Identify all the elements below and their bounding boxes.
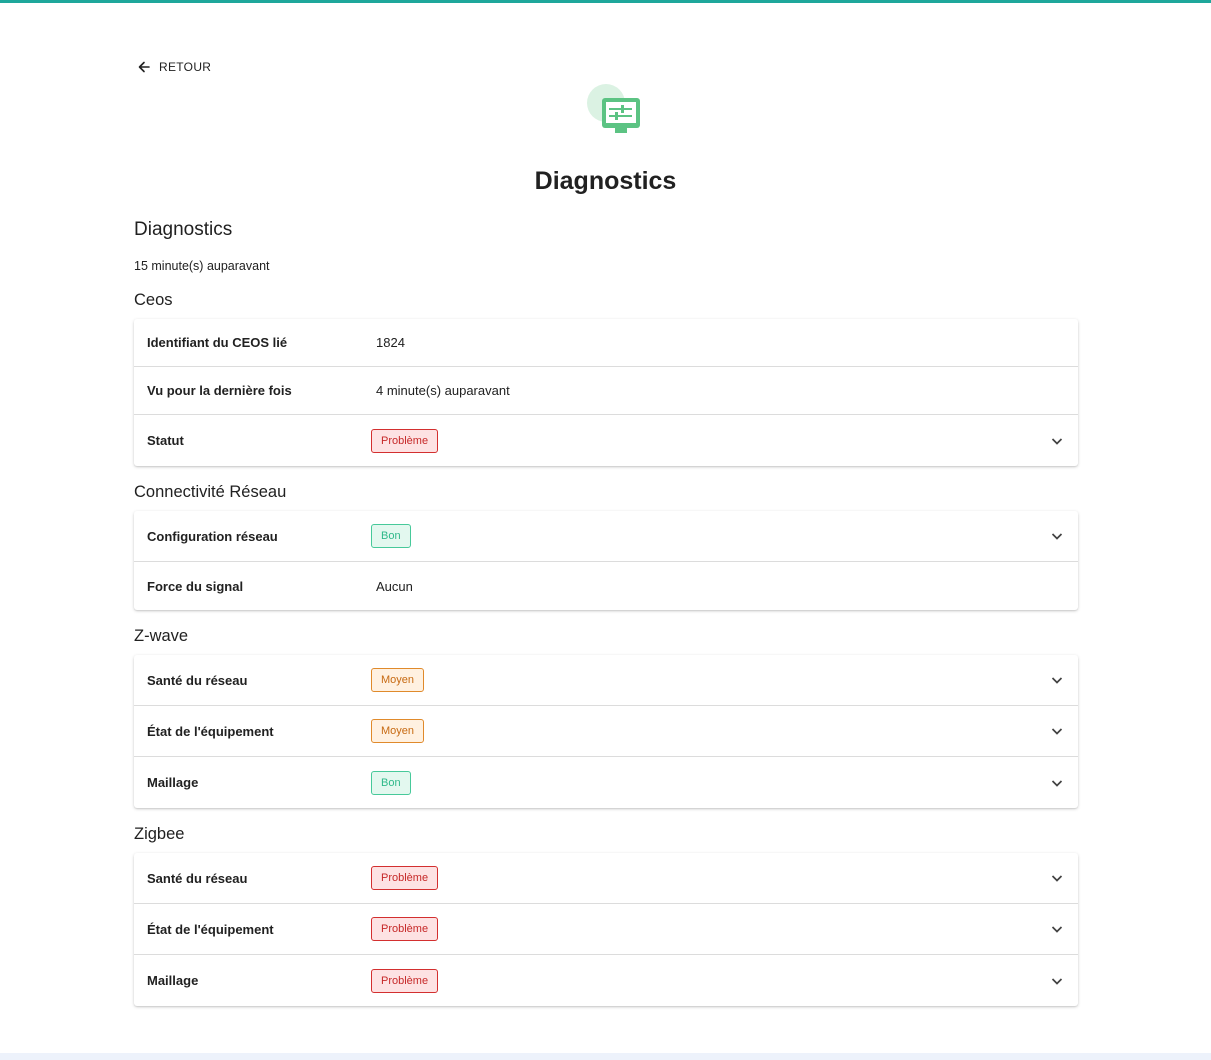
group-title-zwave: Z-wave (134, 627, 189, 645)
network-config-row[interactable]: Configuration réseau Bon (134, 511, 1078, 562)
diagnostics-content: Diagnostics 15 minute(s) auparavant Ceos… (134, 219, 1078, 1006)
zigbee-mesh-row[interactable]: Maillage Problème (134, 955, 1078, 1006)
network-card: Configuration réseau Bon Force du signal… (134, 511, 1078, 610)
settings-monitor-icon (586, 84, 644, 136)
row-label: Maillage (147, 775, 199, 790)
back-label: RETOUR (159, 60, 212, 74)
bottom-footer-strip (0, 1053, 1211, 1060)
ceos-last-seen-row: Vu pour la dernière fois 4 minute(s) aup… (134, 367, 1078, 415)
chevron-down-icon[interactable] (1051, 873, 1063, 883)
row-label: Santé du réseau (147, 672, 248, 688)
chevron-down-icon[interactable] (1051, 778, 1063, 788)
ceos-id-row: Identifiant du CEOS lié 1824 (134, 319, 1078, 367)
chevron-down-icon[interactable] (1051, 726, 1063, 736)
ceos-status-row[interactable]: Statut Problème (134, 415, 1078, 466)
last-update-timestamp: 15 minute(s) auparavant (134, 259, 270, 273)
status-badge: Moyen (371, 719, 425, 743)
row-label: État de l'équipement (147, 723, 274, 739)
chevron-down-icon[interactable] (1051, 531, 1063, 541)
zwave-equipment-state-row[interactable]: État de l'équipement Moyen (134, 706, 1078, 757)
chevron-down-icon[interactable] (1051, 675, 1063, 685)
status-badge: Moyen (371, 668, 425, 692)
chevron-down-icon[interactable] (1051, 924, 1063, 934)
chevron-down-icon[interactable] (1051, 976, 1063, 986)
status-badge: Problème (371, 428, 439, 453)
row-label: Maillage (147, 973, 199, 988)
arrow-left-icon (137, 60, 151, 74)
ceos-card: Identifiant du CEOS lié 1824 Vu pour la … (134, 319, 1078, 466)
row-label: Vu pour la dernière fois (147, 383, 292, 398)
row-label: État de l'équipement (147, 921, 274, 937)
status-badge: Bon (371, 524, 411, 548)
zwave-card: Santé du réseau Moyen État de l'équipeme… (134, 655, 1078, 808)
row-label: Statut (147, 433, 184, 448)
status-badge: Problème (371, 917, 439, 941)
row-label: Configuration réseau (147, 528, 278, 544)
group-title-zigbee: Zigbee (134, 825, 185, 843)
top-accent-bar (0, 0, 1211, 3)
row-value: 4 minute(s) auparavant (376, 383, 510, 398)
chevron-down-icon[interactable] (1051, 436, 1063, 446)
zigbee-network-health-row[interactable]: Santé du réseau Problème (134, 853, 1078, 904)
row-value: Aucun (376, 578, 413, 594)
group-title-network: Connectivité Réseau (134, 483, 287, 501)
status-badge: Bon (371, 770, 411, 795)
zigbee-equipment-state-row[interactable]: État de l'équipement Problème (134, 904, 1078, 955)
signal-strength-row: Force du signal Aucun (134, 562, 1078, 610)
group-title-ceos: Ceos (134, 291, 173, 309)
status-badge: Problème (371, 866, 439, 890)
section-heading: Diagnostics (134, 219, 233, 240)
back-button[interactable]: RETOUR (137, 60, 211, 74)
row-label: Identifiant du CEOS lié (147, 335, 288, 350)
zwave-network-health-row[interactable]: Santé du réseau Moyen (134, 655, 1078, 706)
zwave-mesh-row[interactable]: Maillage Bon (134, 757, 1078, 808)
row-label: Santé du réseau (147, 870, 248, 886)
row-value: 1824 (376, 335, 405, 350)
row-label: Force du signal (147, 578, 244, 594)
zigbee-card: Santé du réseau Problème État de l'équip… (134, 853, 1078, 1006)
status-badge: Problème (371, 968, 439, 993)
page-title: Diagnostics (534, 167, 677, 195)
